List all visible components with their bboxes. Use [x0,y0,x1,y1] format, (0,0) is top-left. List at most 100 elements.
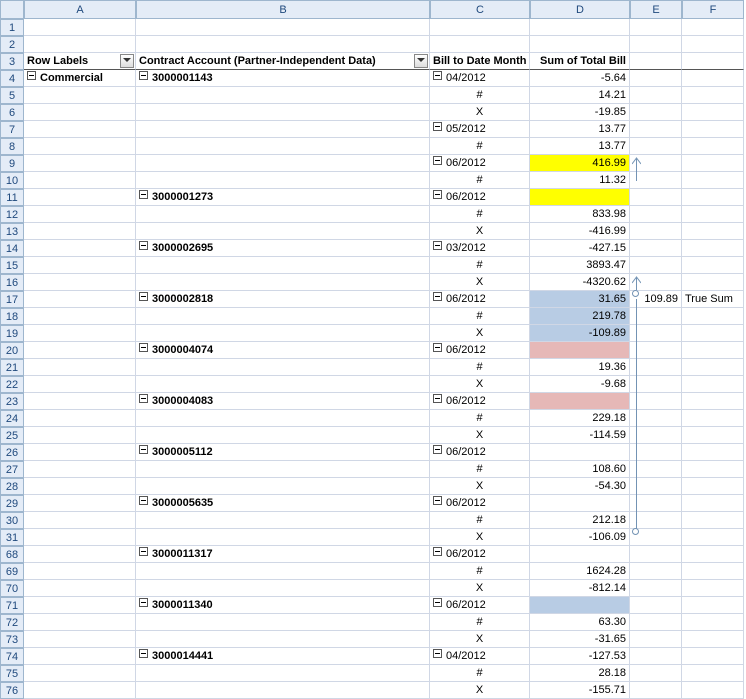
cell[interactable] [136,410,430,427]
cell[interactable] [136,359,430,376]
row-header[interactable]: 12 [0,206,24,223]
cell[interactable] [682,376,744,393]
sum-total-value[interactable]: 219.78 [530,308,630,325]
sum-total-value[interactable]: -106.09 [530,529,630,546]
bill-month[interactable]: 06/2012 [430,393,530,410]
collapse-account[interactable] [139,292,148,301]
cell[interactable] [630,631,682,648]
sum-total-value[interactable]: -9.68 [530,376,630,393]
collapse-month[interactable] [433,649,442,658]
row-header[interactable]: 74 [0,648,24,665]
cell[interactable] [24,393,136,410]
bill-detail[interactable]: X [430,580,530,597]
collapse-month[interactable] [433,122,442,131]
cell[interactable] [136,580,430,597]
cell[interactable] [24,512,136,529]
cell[interactable] [630,308,682,325]
cell[interactable] [682,597,744,614]
bill-detail[interactable]: X [430,529,530,546]
cell[interactable] [630,189,682,206]
cell[interactable] [24,240,136,257]
cell[interactable] [24,444,136,461]
col-header-corner[interactable] [0,0,24,19]
row-header[interactable]: 72 [0,614,24,631]
cell[interactable] [136,529,430,546]
cell[interactable] [24,648,136,665]
cell[interactable] [630,461,682,478]
bill-detail[interactable]: # [430,308,530,325]
cell[interactable] [24,410,136,427]
bill-detail[interactable]: # [430,172,530,189]
sum-total-value[interactable]: -109.89 [530,325,630,342]
bill-detail[interactable]: # [430,665,530,682]
row-header[interactable]: 3 [0,53,24,70]
cell[interactable] [630,614,682,631]
row-header[interactable]: 73 [0,631,24,648]
bill-month[interactable]: 03/2012 [430,240,530,257]
row-header[interactable]: 22 [0,376,24,393]
cell[interactable] [136,104,430,121]
cell[interactable] [630,138,682,155]
cell[interactable] [24,427,136,444]
contract-account[interactable]: 3000001273 [136,189,430,206]
row-header[interactable]: 29 [0,495,24,512]
row-header[interactable]: 31 [0,529,24,546]
row-header[interactable]: 28 [0,478,24,495]
bill-detail[interactable]: X [430,104,530,121]
sum-total-value[interactable] [530,393,630,410]
cell[interactable] [682,53,744,70]
collapse-month[interactable] [433,547,442,556]
cell[interactable] [136,376,430,393]
sum-total-value[interactable]: 13.77 [530,138,630,155]
cell[interactable] [682,444,744,461]
cell[interactable] [682,529,744,546]
cell[interactable] [24,121,136,138]
sum-total-value[interactable]: -31.65 [530,631,630,648]
cell[interactable] [682,461,744,478]
row-header[interactable]: 16 [0,274,24,291]
row-header[interactable]: 26 [0,444,24,461]
col-header-A[interactable]: A [24,0,136,19]
bill-detail[interactable]: X [430,274,530,291]
cell[interactable] [136,682,430,699]
cell[interactable] [136,257,430,274]
row-header[interactable]: 69 [0,563,24,580]
collapse-month[interactable] [433,292,442,301]
collapse-account[interactable] [139,547,148,556]
row-header[interactable]: 5 [0,87,24,104]
cell[interactable] [682,342,744,359]
cell[interactable] [682,393,744,410]
cell[interactable] [136,223,430,240]
cell[interactable] [682,104,744,121]
sum-total-value[interactable] [530,597,630,614]
cell[interactable] [24,155,136,172]
sum-total-value[interactable] [530,546,630,563]
cell[interactable] [136,308,430,325]
cell[interactable] [682,70,744,87]
bill-detail[interactable]: # [430,512,530,529]
contract-account[interactable]: 3000004074 [136,342,430,359]
sum-total-value[interactable]: 1624.28 [530,563,630,580]
cell[interactable] [630,376,682,393]
sum-total-value[interactable]: -812.14 [530,580,630,597]
col-header-F[interactable]: F [682,0,744,19]
bill-detail[interactable]: X [430,223,530,240]
collapse-account[interactable] [139,445,148,454]
contract-account[interactable]: 3000011317 [136,546,430,563]
collapse-month[interactable] [433,598,442,607]
sum-total-value[interactable]: -416.99 [530,223,630,240]
cell[interactable] [24,223,136,240]
row-header[interactable]: 21 [0,359,24,376]
cell[interactable] [682,614,744,631]
row-header[interactable]: 76 [0,682,24,699]
sum-total-value[interactable] [530,189,630,206]
cell[interactable] [136,121,430,138]
cell[interactable] [136,478,430,495]
cell[interactable] [682,427,744,444]
cell[interactable] [24,665,136,682]
row-header[interactable]: 11 [0,189,24,206]
cell[interactable] [682,665,744,682]
row-header[interactable]: 17 [0,291,24,308]
cell[interactable] [24,19,136,36]
cell[interactable] [682,274,744,291]
